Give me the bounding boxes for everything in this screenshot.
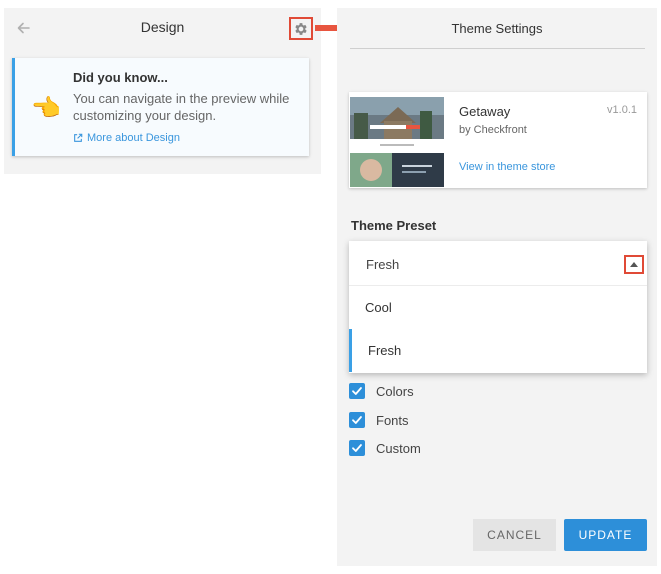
design-title: Design — [140, 19, 185, 35]
tip-body: You can navigate in the preview while cu… — [73, 91, 290, 123]
theme-preset-dropdown[interactable]: Fresh Cool Fresh — [349, 241, 647, 373]
checkbox-label: Fonts — [376, 412, 409, 428]
pointing-hand-icon: 👈 — [31, 94, 61, 122]
checkbox-fonts[interactable]: Fonts — [349, 411, 409, 429]
theme-thumbnail — [350, 93, 444, 187]
caret-up-icon — [630, 262, 638, 267]
settings-button[interactable] — [289, 17, 313, 40]
preset-option-fresh[interactable]: Fresh — [349, 329, 647, 372]
more-about-design-label: More about Design — [87, 132, 180, 144]
theme-settings-panel: Theme Settings Getaway by Checkfront v1.… — [337, 8, 657, 566]
cancel-button[interactable]: CANCEL — [473, 519, 556, 551]
checkbox-colors[interactable]: Colors — [349, 382, 414, 400]
checkbox-custom[interactable]: Custom — [349, 439, 421, 457]
did-you-know-card: 👈 Did you know... You can navigate in th… — [12, 58, 309, 156]
theme-preset-select[interactable]: Fresh — [349, 241, 647, 286]
theme-author: by Checkfront — [459, 124, 527, 136]
checkbox-checked-icon[interactable] — [349, 383, 365, 399]
checkbox-checked-icon[interactable] — [349, 440, 365, 456]
view-theme-store-link[interactable]: View in theme store — [459, 161, 555, 173]
theme-settings-title: Theme Settings — [451, 21, 543, 36]
checkbox-checked-icon[interactable] — [349, 412, 365, 428]
checkbox-label: Colors — [376, 383, 414, 399]
design-panel: Design 👈 Did you know... You can navigat… — [4, 8, 321, 174]
theme-card: Getaway by Checkfront v1.0.1 View in the… — [349, 92, 647, 188]
checkbox-label: Custom — [376, 440, 421, 456]
preset-option-cool[interactable]: Cool — [349, 286, 647, 329]
tip-title: Did you know... — [73, 70, 168, 85]
divider — [350, 48, 645, 49]
more-about-design-link[interactable]: More about Design — [73, 132, 180, 144]
dropdown-toggle[interactable] — [624, 255, 644, 274]
gear-icon — [295, 22, 307, 35]
theme-preset-label: Theme Preset — [351, 218, 437, 233]
preset-option-label: Fresh — [368, 343, 402, 358]
external-link-icon — [74, 133, 83, 142]
theme-version: v1.0.1 — [607, 104, 637, 116]
theme-name: Getaway — [459, 104, 511, 119]
design-header: Design — [4, 8, 321, 48]
preset-option-label: Cool — [365, 300, 392, 315]
selected-preset: Fresh — [366, 257, 400, 272]
update-button[interactable]: UPDATE — [564, 519, 647, 551]
